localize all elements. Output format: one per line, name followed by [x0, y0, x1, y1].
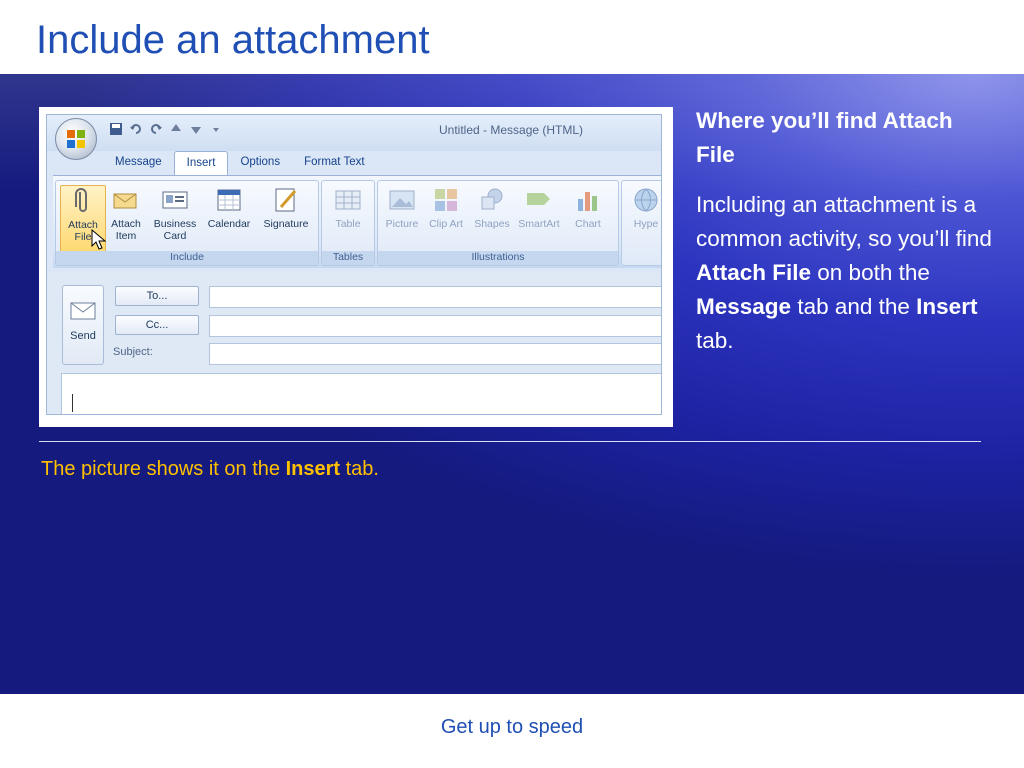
- ribbon-tabs: Message Insert Options Format Text: [103, 151, 377, 176]
- illustrations-group: Picture Clip Art Shapes SmartArt Chart I…: [377, 180, 619, 266]
- clip-art-button[interactable]: Clip Art: [424, 185, 468, 230]
- tab-options[interactable]: Options: [228, 151, 292, 175]
- message-header-area: Send To... Cc... Subject:: [47, 273, 661, 414]
- slide-title: Include an attachment: [36, 18, 430, 62]
- title-bar: Untitled - Message (HTML): [47, 115, 661, 151]
- tab-format-text[interactable]: Format Text: [292, 151, 377, 175]
- side-body: Including an attachment is a common acti…: [696, 192, 992, 353]
- tab-message[interactable]: Message: [103, 151, 174, 175]
- message-body[interactable]: [61, 373, 661, 414]
- picture-button[interactable]: Picture: [380, 185, 424, 230]
- table-icon: [335, 190, 361, 210]
- customize-qat-icon[interactable]: [209, 122, 223, 136]
- picture-icon: [389, 190, 415, 210]
- quick-access-toolbar: [109, 120, 223, 138]
- calendar-icon: [217, 189, 241, 211]
- divider-line: [39, 441, 981, 442]
- signature-button[interactable]: Signature: [258, 185, 314, 230]
- window-title: Untitled - Message (HTML): [439, 123, 584, 137]
- side-text: Where you’ll find Attach File Including …: [696, 104, 996, 358]
- paperclip-icon: [75, 188, 87, 212]
- mouse-cursor-icon: [91, 229, 107, 250]
- shapes-icon: [481, 188, 503, 210]
- arrow-up-icon[interactable]: [169, 122, 183, 136]
- include-group-label: Include: [56, 251, 318, 265]
- to-button[interactable]: To...: [115, 286, 199, 306]
- undo-icon[interactable]: [129, 122, 143, 136]
- tables-group: Table Tables: [321, 180, 375, 266]
- save-icon[interactable]: [109, 122, 123, 136]
- subject-label: Subject:: [113, 346, 153, 358]
- shapes-button[interactable]: Shapes: [470, 185, 514, 230]
- links-group: Hype: [621, 180, 661, 266]
- cc-field[interactable]: [209, 315, 661, 337]
- outlook-window: Untitled - Message (HTML) Message Insert…: [46, 114, 662, 415]
- arrow-down-icon[interactable]: [189, 122, 203, 136]
- ribbon: Attach File Attach Item Business Card Ca…: [53, 175, 661, 268]
- clip-art-icon: [435, 189, 457, 211]
- cc-button[interactable]: Cc...: [115, 315, 199, 335]
- office-logo-icon: [67, 130, 85, 148]
- subject-field[interactable]: [209, 343, 661, 365]
- include-group: Attach File Attach Item Business Card Ca…: [55, 180, 319, 266]
- bar-chart-icon: [578, 192, 597, 211]
- send-envelope-icon: [70, 302, 96, 320]
- illustrations-group-label: Illustrations: [378, 251, 618, 265]
- redo-icon[interactable]: [149, 122, 163, 136]
- side-heading: Where you’ll find Attach File: [696, 108, 953, 167]
- business-card-button[interactable]: Business Card: [150, 185, 200, 242]
- pencil-signature-icon: [275, 188, 297, 212]
- footer: Get up to speed: [440, 716, 584, 738]
- outlook-screenshot: Untitled - Message (HTML) Message Insert…: [39, 107, 673, 427]
- text-caret: [72, 394, 73, 412]
- calendar-button[interactable]: Calendar: [202, 185, 256, 230]
- content-panel: Untitled - Message (HTML) Message Insert…: [0, 74, 1024, 694]
- smartart-button[interactable]: SmartArt: [514, 185, 564, 230]
- tables-group-label: Tables: [322, 251, 374, 265]
- smartart-icon: [527, 193, 550, 205]
- hyperlink-button[interactable]: Hype: [624, 185, 661, 230]
- to-field[interactable]: [209, 286, 661, 308]
- envelope-icon: [113, 193, 137, 209]
- table-button[interactable]: Table: [326, 185, 370, 230]
- caption: The picture shows it on the Insert tab.: [41, 458, 379, 480]
- tab-insert[interactable]: Insert: [173, 151, 229, 176]
- office-button[interactable]: [55, 118, 97, 160]
- chart-button[interactable]: Chart: [566, 185, 610, 230]
- attach-item-button[interactable]: Attach Item: [104, 185, 148, 242]
- globe-icon: [634, 188, 658, 212]
- business-card-icon: [162, 191, 188, 209]
- send-button[interactable]: Send: [62, 285, 104, 365]
